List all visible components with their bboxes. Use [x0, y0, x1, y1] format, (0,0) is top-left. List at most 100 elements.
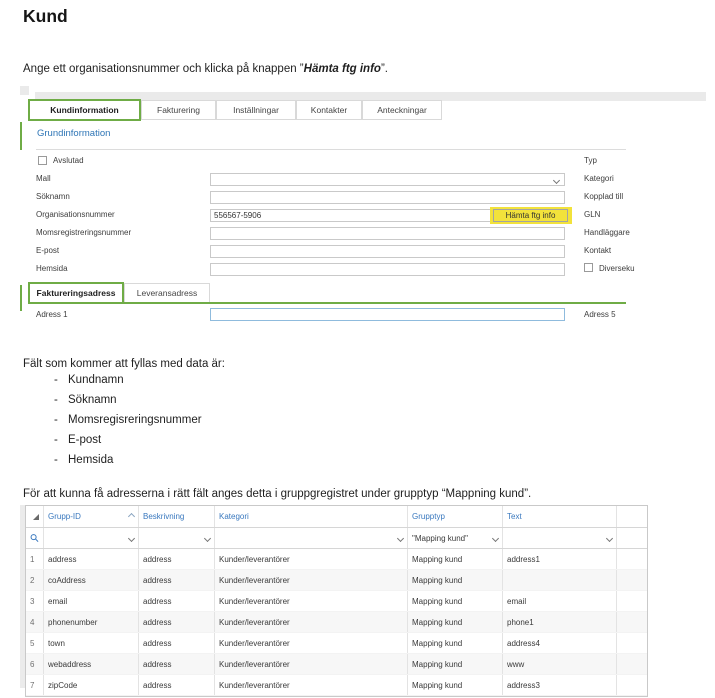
- table-cell: address: [139, 591, 215, 611]
- row-number: 2: [26, 570, 44, 590]
- mall-select[interactable]: [210, 173, 565, 186]
- grid-body: 1 address address Kunder/leverantörer Mappin…: [26, 549, 647, 696]
- chevron-down-icon: [203, 534, 212, 542]
- column-header-beskrivning[interactable]: Beskrivning: [139, 506, 215, 527]
- column-header-grupp-id[interactable]: Grupp-ID: [44, 506, 139, 527]
- tab-anteckningar[interactable]: Anteckningar: [362, 100, 442, 120]
- handlaggare-label: Handläggare: [584, 228, 630, 237]
- table-cell: address4: [503, 633, 617, 653]
- table-cell-empty: [617, 570, 647, 590]
- grid-corner-cell[interactable]: [26, 506, 44, 527]
- tab-fakturering[interactable]: Fakturering: [141, 100, 216, 120]
- diversekund-checkbox[interactable]: [584, 263, 593, 272]
- tab-leveransadress[interactable]: Leveransadress: [124, 283, 210, 303]
- column-header-empty: [617, 506, 647, 527]
- table-cell: address: [44, 549, 139, 569]
- button-label: Hämta ftg info: [505, 211, 556, 220]
- green-underline: [124, 302, 626, 304]
- green-edge-line: [20, 285, 22, 311]
- filter-value: "Mapping kund": [412, 533, 468, 543]
- table-cell-empty: [617, 612, 647, 632]
- table-cell: address: [139, 549, 215, 569]
- column-header-text[interactable]: Text: [503, 506, 617, 527]
- table-cell: Kunder/leverantörer: [215, 570, 408, 590]
- table-cell: Mapping kund: [408, 591, 503, 611]
- bullet-dash: -: [54, 434, 58, 446]
- intro-button-name: Hämta ftg info: [303, 62, 381, 75]
- diversekund-label: Diverseku: [599, 264, 635, 273]
- organisationsnummer-label: Organisationsnummer: [36, 210, 115, 219]
- window-fragment: [20, 86, 29, 95]
- customer-form-screenshot: Kundinformation Fakturering Inställninga…: [20, 86, 710, 326]
- table-cell-empty: [617, 654, 647, 674]
- table-cell: town: [44, 633, 139, 653]
- column-label: Beskrivning: [143, 512, 185, 521]
- section-title-grundinformation: Grundinformation: [37, 128, 111, 139]
- soknamn-label: Söknamn: [36, 192, 70, 201]
- bullet-dash: -: [54, 394, 58, 406]
- table-cell: email: [503, 591, 617, 611]
- filter-kategori[interactable]: [215, 528, 408, 548]
- kopplad-till-label: Kopplad till: [584, 192, 624, 201]
- table-row[interactable]: 1 address address Kunder/leverantörer Mappin…: [26, 549, 647, 570]
- tab-faktureringsadress[interactable]: Faktureringsadress: [28, 282, 124, 304]
- table-cell-empty: [617, 591, 647, 611]
- tab-kundinformation[interactable]: Kundinformation: [28, 99, 141, 121]
- tab-installningar[interactable]: Inställningar: [216, 100, 296, 120]
- table-cell: email: [44, 591, 139, 611]
- organisationsnummer-input[interactable]: 556567-5906: [210, 209, 491, 222]
- hemsida-label: Hemsida: [36, 264, 68, 273]
- row-number: 7: [26, 675, 44, 695]
- table-row[interactable]: 2 coAddress address Kunder/leverantörer Mapp…: [26, 570, 647, 591]
- mall-label: Mall: [36, 174, 51, 183]
- table-row[interactable]: 7 zipCode address Kunder/leverantörer Mappin…: [26, 675, 647, 696]
- filter-beskrivning[interactable]: [139, 528, 215, 548]
- adress5-label: Adress 5: [584, 310, 616, 319]
- filter-grupp-id[interactable]: [44, 528, 139, 548]
- soknamn-input[interactable]: [210, 191, 565, 204]
- filter-cell[interactable]: [26, 528, 44, 548]
- tab-label: Kontakter: [310, 105, 348, 115]
- table-cell: address1: [503, 549, 617, 569]
- list-item-label: Kundnamn: [68, 374, 124, 386]
- list-item-label: E-post: [68, 434, 102, 446]
- typ-label: Typ: [584, 156, 597, 165]
- row-number: 6: [26, 654, 44, 674]
- avslutad-checkbox[interactable]: [38, 156, 47, 165]
- avslutad-label: Avslutad: [53, 156, 84, 165]
- epost-label: E-post: [36, 246, 60, 255]
- table-cell: Kunder/leverantörer: [215, 591, 408, 611]
- table-cell: address: [139, 633, 215, 653]
- hemsida-input[interactable]: [210, 263, 565, 276]
- table-row[interactable]: 4 phonenumber address Kunder/leverantörer Ma…: [26, 612, 647, 633]
- table-row[interactable]: 3 email address Kunder/leverantörer Mapping …: [26, 591, 647, 612]
- table-cell: zipCode: [44, 675, 139, 695]
- column-header-kategori[interactable]: Kategori: [215, 506, 408, 527]
- mapping-paragraph: För att kunna få adresserna i rätt fält …: [23, 487, 532, 500]
- filter-grupptyp[interactable]: "Mapping kund": [408, 528, 503, 548]
- chevron-down-icon: [605, 534, 614, 542]
- search-icon: [30, 534, 39, 542]
- sort-ascending-icon: [127, 512, 136, 521]
- filter-text[interactable]: [503, 528, 617, 548]
- table-cell: address: [139, 570, 215, 590]
- hamta-ftg-info-button[interactable]: Hämta ftg info: [493, 209, 568, 222]
- table-cell: Mapping kund: [408, 633, 503, 653]
- kategori-label: Kategori: [584, 174, 614, 183]
- table-cell: webaddress: [44, 654, 139, 674]
- row-number: 5: [26, 633, 44, 653]
- tab-label: Anteckningar: [377, 105, 427, 115]
- momsregistreringsnummer-input[interactable]: [210, 227, 565, 240]
- page-title: Kund: [23, 6, 68, 26]
- table-row[interactable]: 6 webaddress address Kunder/leverantörer Map…: [26, 654, 647, 675]
- table-cell: Mapping kund: [408, 654, 503, 674]
- chevron-down-icon: [396, 534, 405, 542]
- adress1-input[interactable]: [210, 308, 565, 321]
- table-cell: [503, 570, 617, 590]
- fields-intro-paragraph: Fält som kommer att fyllas med data är:: [23, 357, 225, 370]
- column-header-grupptyp[interactable]: Grupptyp: [408, 506, 503, 527]
- table-row[interactable]: 5 town address Kunder/leverantörer Mapping k…: [26, 633, 647, 654]
- table-cell-empty: [617, 633, 647, 653]
- tab-kontakter[interactable]: Kontakter: [296, 100, 362, 120]
- epost-input[interactable]: [210, 245, 565, 258]
